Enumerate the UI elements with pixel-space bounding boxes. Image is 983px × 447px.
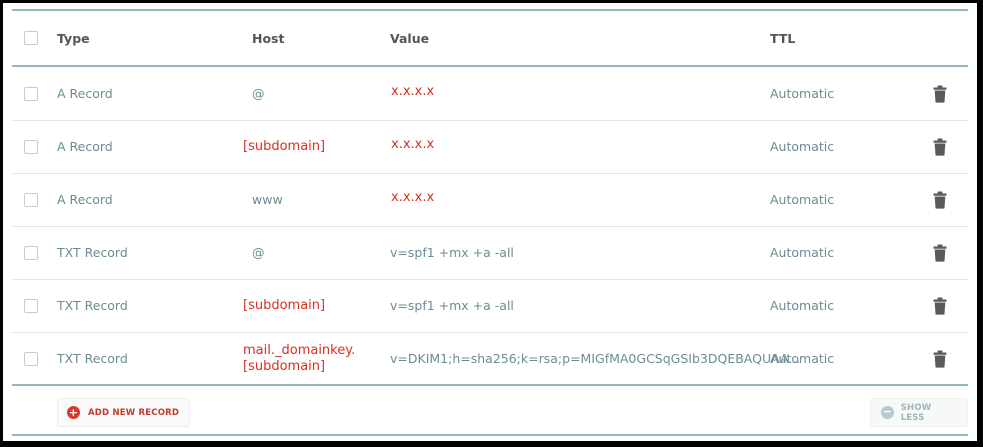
record-host: mail._domainkey. [subdomain]: [243, 332, 355, 385]
row-checkbox[interactable]: [24, 245, 38, 260]
record-host-text: [subdomain]: [243, 139, 326, 154]
row-checkbox[interactable]: [24, 192, 38, 207]
trash-icon[interactable]: [933, 138, 947, 156]
bottom-divider: [12, 384, 968, 386]
table-row: TXT Record mail._domainkey. [subdomain] v=D…: [12, 332, 968, 385]
dns-records-window: Type Host Value TTL A Record @ x.x.x.x Auto…: [3, 3, 977, 441]
trash-icon[interactable]: [933, 350, 947, 368]
record-ttl: Automatic: [770, 192, 835, 207]
record-ttl: Automatic: [770, 139, 835, 154]
record-host: [subdomain]: [243, 120, 325, 173]
record-value: v=spf1 +mx +a -all: [390, 245, 514, 260]
add-new-record-label: ADD NEW RECORD: [88, 407, 180, 418]
record-host: www: [252, 173, 283, 226]
record-type: A Record: [57, 139, 113, 154]
row-checkbox[interactable]: [24, 139, 38, 154]
column-host: Host: [252, 30, 285, 46]
row-checkbox[interactable]: [24, 86, 38, 101]
record-type: TXT Record: [57, 298, 128, 313]
record-value: v=DKIM1;h=sha256;k=rsa;p=MIGfMA0GCSqGSIb…: [390, 351, 801, 366]
record-ttl: Automatic: [770, 351, 835, 366]
record-host: @: [252, 67, 265, 120]
record-ttl: Automatic: [770, 298, 835, 313]
trash-icon[interactable]: [933, 85, 947, 103]
record-type: A Record: [57, 86, 113, 101]
record-host-text: @: [252, 245, 265, 260]
column-type: Type: [57, 30, 90, 46]
column-ttl: TTL: [770, 30, 796, 46]
column-value: Value: [390, 30, 430, 46]
record-host-text: www: [252, 192, 283, 207]
trash-icon[interactable]: [933, 191, 947, 209]
record-ttl: Automatic: [770, 245, 835, 260]
record-host-text: [subdomain]: [243, 298, 326, 313]
record-value: x.x.x.x: [391, 190, 435, 205]
record-ttl: Automatic: [770, 86, 835, 101]
show-less-label: SHOW LESS: [900, 402, 932, 423]
table-row: A Record www x.x.x.x Automatic: [12, 173, 968, 227]
record-type: TXT Record: [57, 245, 128, 260]
record-value: x.x.x.x: [391, 137, 435, 152]
table-row: A Record [subdomain] x.x.x.x Automatic: [12, 120, 968, 174]
select-all-checkbox[interactable]: [24, 31, 38, 45]
footer-divider: [12, 434, 968, 436]
record-host-text-line2: [subdomain]: [243, 358, 326, 374]
record-type: A Record: [57, 192, 113, 207]
record-host: [subdomain]: [243, 279, 325, 332]
table-header: Type Host Value TTL: [12, 11, 968, 65]
table-row: TXT Record [subdomain] v=spf1 +mx +a -all A…: [12, 279, 968, 333]
record-host-text: @: [252, 86, 265, 101]
minus-circle-icon: −: [881, 405, 894, 419]
record-host-text: mail._domainkey.: [243, 342, 356, 358]
row-checkbox[interactable]: [24, 298, 38, 313]
row-checkbox[interactable]: [24, 351, 38, 366]
show-less-button[interactable]: − SHOW LESS: [870, 398, 968, 427]
trash-icon[interactable]: [933, 244, 947, 262]
add-new-record-button[interactable]: + ADD NEW RECORD: [57, 398, 191, 427]
trash-icon[interactable]: [933, 297, 947, 315]
record-value: x.x.x.x: [391, 84, 435, 99]
record-type: TXT Record: [57, 351, 128, 366]
record-host: @: [252, 226, 265, 279]
plus-circle-icon: +: [67, 406, 80, 419]
table-row: TXT Record @ v=spf1 +mx +a -all Automatic: [12, 226, 968, 280]
record-value: v=spf1 +mx +a -all: [390, 298, 514, 313]
table-row: A Record @ x.x.x.x Automatic: [12, 67, 968, 121]
